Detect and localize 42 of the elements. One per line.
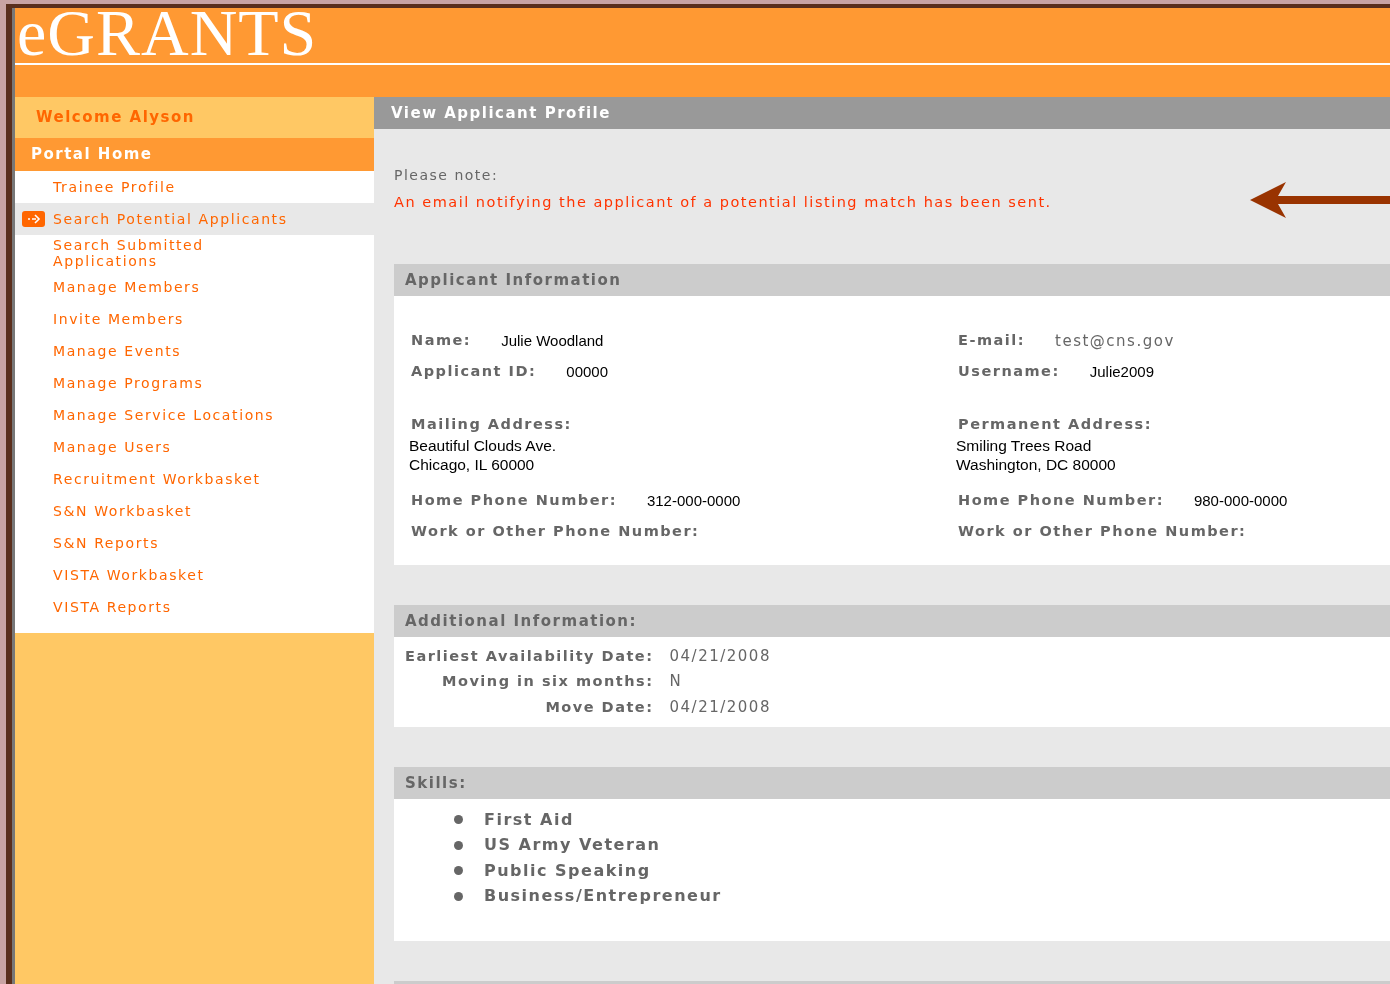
field-label: Home Phone Number: [411,491,617,511]
field-label: Earliest Availability Date: [405,646,654,666]
skill-item: Public Speaking [484,859,651,882]
section-header: Additional Information: [394,604,1390,637]
nav-link[interactable]: Portal Home [15,138,374,171]
field-value: test@cns.gov [1055,331,1175,352]
field-value: N [669,671,684,693]
skill-item: US Army Veteran [484,834,661,856]
address-text: Beautiful Clouds Ave. Chicago, IL 60000 [409,435,558,474]
bullet-icon [454,815,463,824]
logo[interactable]: eGRANTS [17,3,318,63]
field-label: Permanent Address: [958,414,1153,434]
field-label: Moving in six months: [441,672,654,692]
skill-item: Business/Entrepreneur [484,885,722,907]
field-label: Mailing Address: [411,414,573,434]
field-value: 980-000-0000 [1193,491,1288,511]
field-label: E-mail: [958,331,1026,351]
field-value: 04/21/2008 [669,696,772,718]
skill-item: First Aid [484,808,574,831]
field-label: Name: [411,331,472,351]
field-label: Work or Other Phone Number: [958,522,1247,542]
field-value: 00000 [566,362,609,382]
section-header: Skills: [394,766,1390,799]
page-title: View Applicant Profile [374,97,1390,129]
field-label: Applicant ID: [411,362,537,382]
field-label: Username: [958,362,1060,382]
field-label: Home Phone Number: [958,491,1164,511]
bullet-icon [454,840,463,850]
field-value: Julie2009 [1089,362,1154,382]
section-header: Applicant Information [394,263,1390,296]
field-label: Move Date: [544,697,654,717]
field-value: Julie Woodland [501,331,604,351]
bullet-icon [454,891,463,901]
field-value: 04/21/2008 [669,645,772,667]
address-text: Smiling Trees Road Washington, DC 80000 [956,435,1117,474]
notification-message: An email notifying the applicant of a potential listing match has been sent. [394,193,1052,212]
nav-link[interactable]: Search Potential Applicants [15,203,374,235]
bullet-icon [454,866,463,875]
note-heading: Please note: [394,166,500,185]
welcome-text: Welcome Alyson [35,107,196,129]
field-label: Work or Other Phone Number: [411,522,700,542]
field-value: 312-000-0000 [646,491,741,511]
